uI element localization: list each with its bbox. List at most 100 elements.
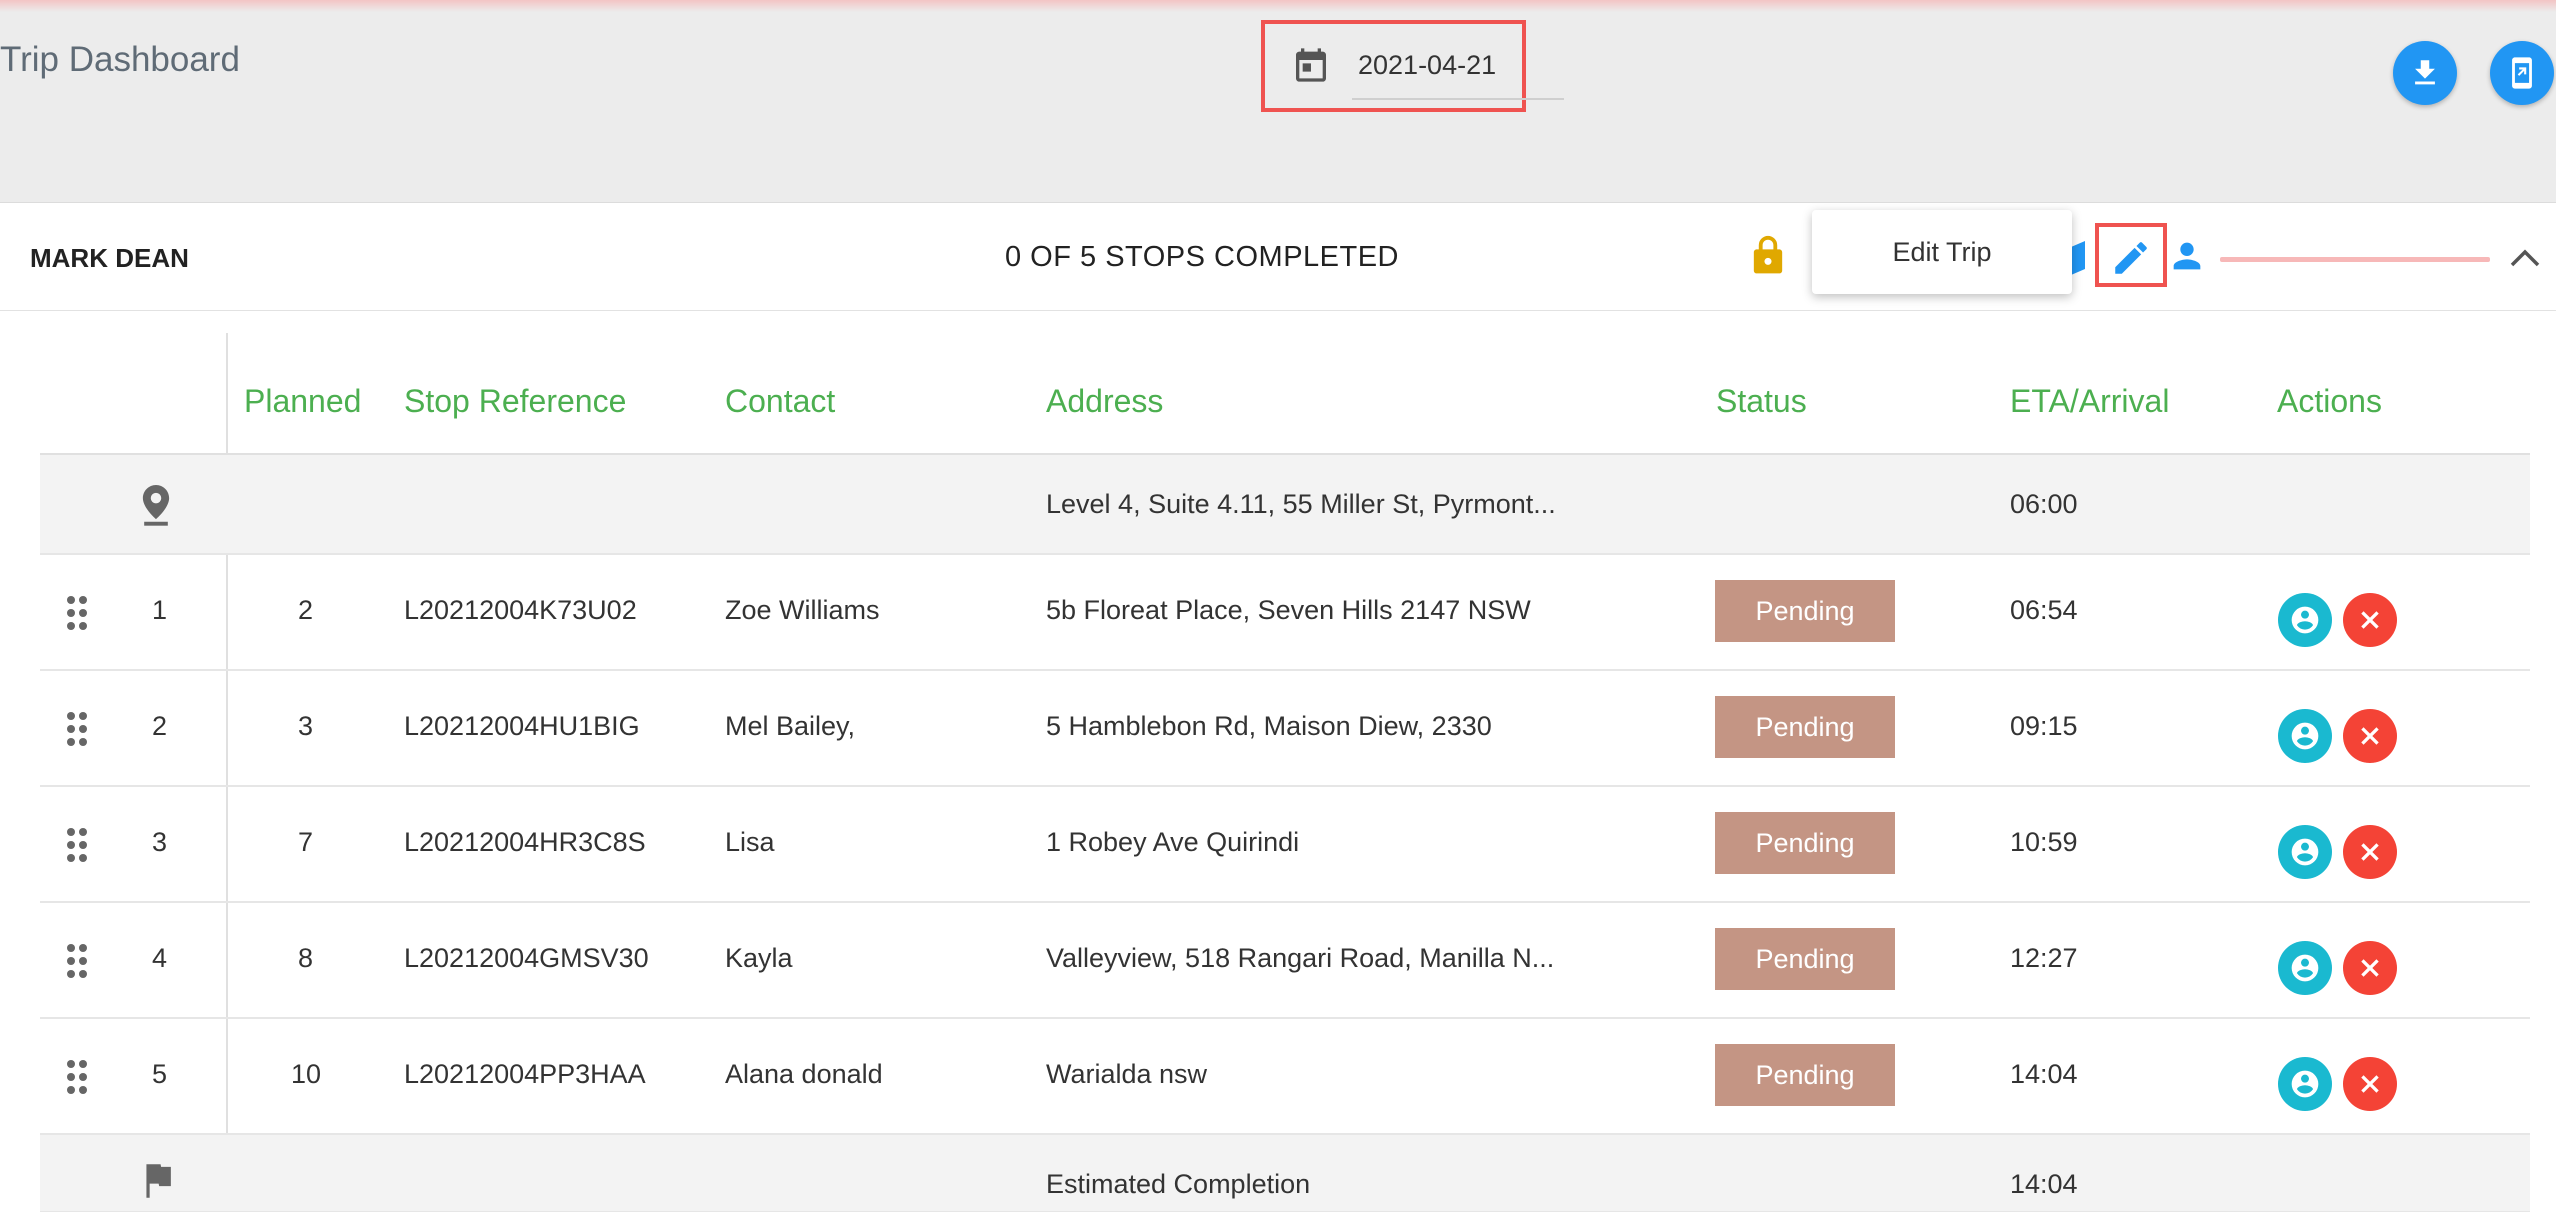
stop-address: 1 Robey Ave Quirindi — [1046, 827, 1300, 857]
assign-contact-button[interactable] — [2278, 941, 2332, 995]
end-location-row: Estimated Completion 14:04 — [40, 1135, 2530, 1212]
page-title: Trip Dashboard — [0, 40, 240, 79]
account-circle-icon — [2291, 606, 2319, 634]
flag-icon — [146, 1164, 171, 1198]
remove-stop-button[interactable] — [2343, 825, 2397, 879]
status-badge[interactable]: Pending — [1715, 812, 1895, 874]
table-row[interactable]: 5 10 L20212004PP3HAA Alana donald Warial… — [40, 1019, 2530, 1135]
column-header-actions: Actions — [2277, 383, 2382, 419]
stop-eta: 10:59 — [2010, 827, 2078, 857]
location-pin-icon — [142, 485, 170, 526]
top-bar: Trip Dashboard 2021-04-21 — [0, 0, 2556, 202]
stop-planned: 3 — [298, 711, 314, 741]
chevron-up-icon[interactable] — [2508, 247, 2542, 269]
column-header-stop-reference[interactable]: Stop Reference — [404, 383, 626, 420]
stop-planned: 2 — [298, 595, 314, 625]
stop-index: 5 — [152, 1059, 168, 1089]
send-to-mobile-button[interactable] — [2490, 41, 2554, 105]
start-eta: 06:00 — [2010, 489, 2078, 519]
estimated-completion-eta: 14:04 — [2010, 1169, 2078, 1199]
assign-contact-button[interactable] — [2278, 709, 2332, 763]
remove-stop-button[interactable] — [2343, 1057, 2397, 1111]
trip-header[interactable]: MARK DEAN 0 OF 5 STOPS COMPLETED — [0, 203, 2556, 311]
stop-planned: 7 — [298, 827, 314, 857]
date-underline — [1352, 98, 1564, 100]
stop-eta: 14:04 — [2010, 1059, 2078, 1089]
stop-contact: Kayla — [725, 943, 793, 973]
top-loading-bar — [0, 0, 2556, 12]
stop-eta: 06:54 — [2010, 595, 2078, 625]
table-row[interactable]: 4 8 L20212004GMSV30 Kayla Valleyview, 51… — [40, 903, 2530, 1019]
assign-contact-button[interactable] — [2278, 825, 2332, 879]
assign-contact-button[interactable] — [2278, 1057, 2332, 1111]
stop-index: 1 — [152, 595, 168, 625]
start-location-row: Level 4, Suite 4.11, 55 Miller St, Pyrmo… — [40, 455, 2530, 555]
stop-contact: Zoe Williams — [725, 595, 880, 625]
drag-handle-icon[interactable] — [66, 827, 88, 863]
table-row[interactable]: 3 7 L20212004HR3C8S Lisa 1 Robey Ave Qui… — [40, 787, 2530, 903]
remove-stop-button[interactable] — [2343, 941, 2397, 995]
pencil-icon — [2115, 242, 2147, 274]
stop-index: 4 — [152, 943, 168, 973]
column-header-eta[interactable]: ETA/Arrival — [2010, 383, 2169, 420]
calendar-icon[interactable] — [1291, 44, 1331, 86]
stop-eta: 09:15 — [2010, 711, 2078, 741]
close-icon — [2361, 727, 2379, 745]
drag-handle-icon[interactable] — [66, 711, 88, 747]
column-header-status[interactable]: Status — [1716, 383, 1807, 420]
stop-eta: 12:27 — [2010, 943, 2078, 973]
column-header-planned[interactable]: Planned — [244, 383, 361, 420]
download-button[interactable] — [2393, 41, 2457, 105]
stop-reference: L20212004K73U02 — [404, 595, 637, 625]
edit-trip-button[interactable] — [2095, 223, 2167, 287]
stop-address: 5b Floreat Place, Seven Hills 2147 NSW — [1046, 595, 1531, 625]
account-circle-icon — [2291, 722, 2319, 750]
stop-reference: L20212004HU1BIG — [404, 711, 640, 741]
stops-summary: 0 OF 5 STOPS COMPLETED — [1005, 241, 1400, 273]
assign-contact-button[interactable] — [2278, 593, 2332, 647]
stop-reference: L20212004PP3HAA — [404, 1059, 646, 1089]
account-circle-icon — [2291, 838, 2319, 866]
stop-address: 5 Hamblebon Rd, Maison Diew, 2330 — [1046, 711, 1492, 741]
drag-handle-icon[interactable] — [66, 1059, 88, 1095]
remove-stop-button[interactable] — [2343, 709, 2397, 763]
drag-handle-icon[interactable] — [66, 595, 88, 631]
stop-contact: Mel Bailey, — [725, 711, 856, 741]
close-icon — [2361, 959, 2379, 977]
stop-index: 2 — [152, 711, 168, 741]
status-badge[interactable]: Pending — [1715, 580, 1895, 642]
lock-icon[interactable] — [1751, 233, 1785, 277]
mobile-send-icon — [2512, 57, 2532, 89]
column-header-contact[interactable]: Contact — [725, 383, 835, 420]
estimated-completion-label: Estimated Completion — [1046, 1169, 1311, 1199]
table-row[interactable]: 1 2 L20212004K73U02 Zoe Williams 5b Flor… — [40, 555, 2530, 671]
stop-reference: L20212004GMSV30 — [404, 943, 649, 973]
stop-address: Warialda nsw — [1046, 1059, 1208, 1089]
status-badge[interactable]: Pending — [1715, 1044, 1895, 1106]
column-header-address[interactable]: Address — [1046, 383, 1163, 420]
remove-stop-button[interactable] — [2343, 593, 2397, 647]
stop-reference: L20212004HR3C8S — [404, 827, 646, 857]
account-circle-icon — [2291, 1070, 2319, 1098]
trip-panel: MARK DEAN 0 OF 5 STOPS COMPLETED Planned… — [0, 202, 2556, 1212]
stop-contact: Alana donald — [725, 1059, 883, 1089]
stop-address: Valleyview, 518 Rangari Road, Manilla N.… — [1046, 943, 1555, 973]
date-value[interactable]: 2021-04-21 — [1358, 50, 1496, 81]
close-icon — [2361, 843, 2379, 861]
stop-index: 3 — [152, 827, 168, 857]
start-address: Level 4, Suite 4.11, 55 Miller St, Pyrmo… — [1046, 489, 1556, 519]
table-row[interactable]: 2 3 L20212004HU1BIG Mel Bailey, 5 Hamble… — [40, 671, 2530, 787]
edit-trip-tooltip: Edit Trip — [1812, 210, 2072, 294]
account-circle-icon — [2291, 954, 2319, 982]
table-header-row: Planned Stop Reference Contact Address S… — [40, 333, 2530, 455]
download-icon — [2415, 60, 2435, 85]
stop-planned: 8 — [298, 943, 314, 973]
driver-name: MARK DEAN — [30, 243, 189, 273]
stop-contact: Lisa — [725, 827, 775, 857]
status-badge[interactable]: Pending — [1715, 696, 1895, 758]
status-badge[interactable]: Pending — [1715, 928, 1895, 990]
trip-progress-bar — [2220, 257, 2490, 262]
drag-handle-icon[interactable] — [66, 943, 88, 979]
close-icon — [2361, 1075, 2379, 1093]
driver-icon[interactable] — [2167, 236, 2207, 276]
